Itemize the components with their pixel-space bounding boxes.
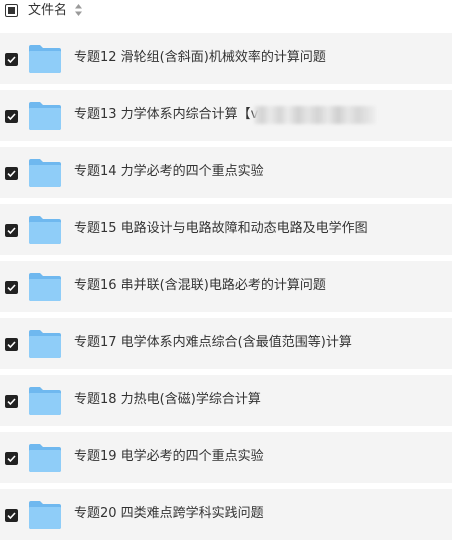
row-checkbox[interactable]	[5, 338, 18, 351]
row-checkbox[interactable]	[5, 53, 18, 66]
folder-icon	[29, 330, 61, 358]
folder-icon	[29, 273, 61, 301]
file-row[interactable]: 专题14 力学必考的四个重点实验	[0, 147, 452, 198]
checkmark-icon	[7, 512, 16, 520]
folder-icon	[29, 444, 61, 472]
file-name[interactable]: 专题12 滑轮组(含斜面)机械效率的计算问题	[74, 49, 326, 67]
redacted-text	[254, 106, 376, 124]
file-row[interactable]: 专题13 力学体系内综合计算【v	[0, 90, 452, 141]
checkmark-icon	[7, 227, 16, 235]
file-row[interactable]: 专题17 电学体系内难点综合(含最值范围等)计算	[0, 318, 452, 369]
folder-icon	[29, 159, 61, 187]
file-name[interactable]: 专题13 力学体系内综合计算【v	[74, 106, 258, 124]
file-row[interactable]: 专题12 滑轮组(含斜面)机械效率的计算问题	[0, 33, 452, 84]
select-all-checkbox[interactable]	[5, 4, 18, 17]
file-name[interactable]: 专题19 电学必考的四个重点实验	[74, 448, 264, 466]
sort-icon[interactable]	[75, 4, 82, 16]
file-name[interactable]: 专题15 电路设计与电路故障和动态电路及电学作图	[74, 220, 368, 238]
file-row[interactable]: 专题18 力热电(含磁)学综合计算	[0, 375, 452, 426]
file-name[interactable]: 专题14 力学必考的四个重点实验	[74, 163, 264, 181]
file-name[interactable]: 专题16 串并联(含混联)电路必考的计算问题	[74, 277, 326, 295]
row-checkbox[interactable]	[5, 110, 18, 123]
folder-icon	[29, 216, 61, 244]
file-row[interactable]: 专题20 四类难点跨学科实践问题	[0, 489, 452, 540]
file-list: 专题12 滑轮组(含斜面)机械效率的计算问题 专题13 力学体系内综合计算【v …	[0, 33, 452, 546]
filename-column-header[interactable]: 文件名	[28, 2, 67, 20]
row-checkbox[interactable]	[5, 281, 18, 294]
file-row[interactable]: 专题19 电学必考的四个重点实验	[0, 432, 452, 483]
checkmark-icon	[7, 170, 16, 178]
row-checkbox[interactable]	[5, 224, 18, 237]
checkmark-icon	[7, 56, 16, 64]
file-name[interactable]: 专题18 力热电(含磁)学综合计算	[74, 391, 261, 409]
checkmark-icon	[7, 284, 16, 292]
folder-icon	[29, 45, 61, 73]
checkmark-icon	[7, 455, 16, 463]
row-checkbox[interactable]	[5, 167, 18, 180]
checkmark-icon	[7, 113, 16, 121]
folder-icon	[29, 387, 61, 415]
row-checkbox[interactable]	[5, 452, 18, 465]
file-name[interactable]: 专题20 四类难点跨学科实践问题	[74, 505, 264, 523]
folder-icon	[29, 102, 61, 130]
file-name[interactable]: 专题17 电学体系内难点综合(含最值范围等)计算	[74, 334, 352, 352]
row-checkbox[interactable]	[5, 509, 18, 522]
file-list-header: 文件名	[0, 0, 452, 24]
checkmark-icon	[7, 398, 16, 406]
checkmark-icon	[7, 341, 16, 349]
file-row[interactable]: 专题16 串并联(含混联)电路必考的计算问题	[0, 261, 452, 312]
row-checkbox[interactable]	[5, 395, 18, 408]
file-row[interactable]: 专题15 电路设计与电路故障和动态电路及电学作图	[0, 204, 452, 255]
folder-icon	[29, 501, 61, 529]
